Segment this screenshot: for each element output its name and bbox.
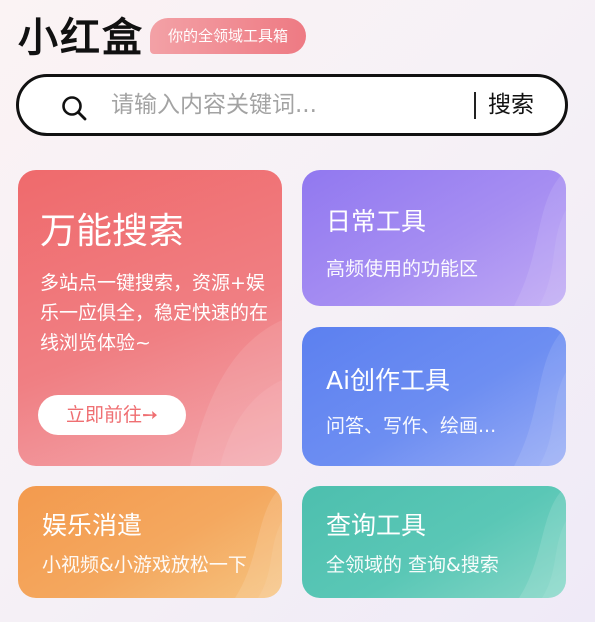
card-title: 娱乐消遣 xyxy=(42,511,143,540)
search-icon xyxy=(62,96,87,121)
app-logo: 小红盒 xyxy=(18,15,144,61)
card-subtitle: 问答、写作、绘画... xyxy=(326,415,497,437)
card-ai-tools[interactable]: Ai创作工具 问答、写作、绘画... xyxy=(302,327,566,466)
card-description: 多站点一键搜索，资源+娱乐一应俱全，稳定快速的在线浏览体验~ xyxy=(40,272,269,354)
search-bar[interactable]: 请输入内容关键词... 搜索 xyxy=(16,74,568,136)
card-daily-tools[interactable]: 日常工具 高频使用的功能区 xyxy=(302,170,566,306)
search-input[interactable]: 请输入内容关键词... xyxy=(111,77,317,133)
app-root: 小红盒 你的全领域工具箱 请输入内容关键词... 搜索 万能搜索 多站点一键搜索… xyxy=(0,0,595,622)
card-entertainment[interactable]: 娱乐消遣 小视频&小游戏放松一下 xyxy=(18,486,282,598)
card-query-tools[interactable]: 查询工具 全领域的 查询&搜索 xyxy=(302,486,566,598)
wave-decoration xyxy=(514,170,566,306)
go-now-button[interactable]: 立即前往➙ xyxy=(38,395,186,435)
card-subtitle: 全领域的 查询&搜索 xyxy=(326,554,499,576)
card-universal-search[interactable]: 万能搜索 多站点一键搜索，资源+娱乐一应俱全，稳定快速的在线浏览体验~ 立即前往… xyxy=(18,170,282,466)
card-subtitle: 小视频&小游戏放松一下 xyxy=(42,554,247,576)
wave-decoration xyxy=(519,486,566,598)
card-title: 查询工具 xyxy=(326,511,427,540)
card-title: 日常工具 xyxy=(326,207,427,236)
search-button[interactable]: 搜索 xyxy=(488,77,534,133)
wave-decoration xyxy=(235,486,282,598)
card-title: 万能搜索 xyxy=(40,211,185,252)
tagline-badge: 你的全领域工具箱 xyxy=(150,18,307,54)
card-title: Ai创作工具 xyxy=(326,366,451,395)
card-subtitle: 高频使用的功能区 xyxy=(326,258,479,280)
wave-decoration xyxy=(514,327,566,466)
search-divider xyxy=(474,92,476,119)
